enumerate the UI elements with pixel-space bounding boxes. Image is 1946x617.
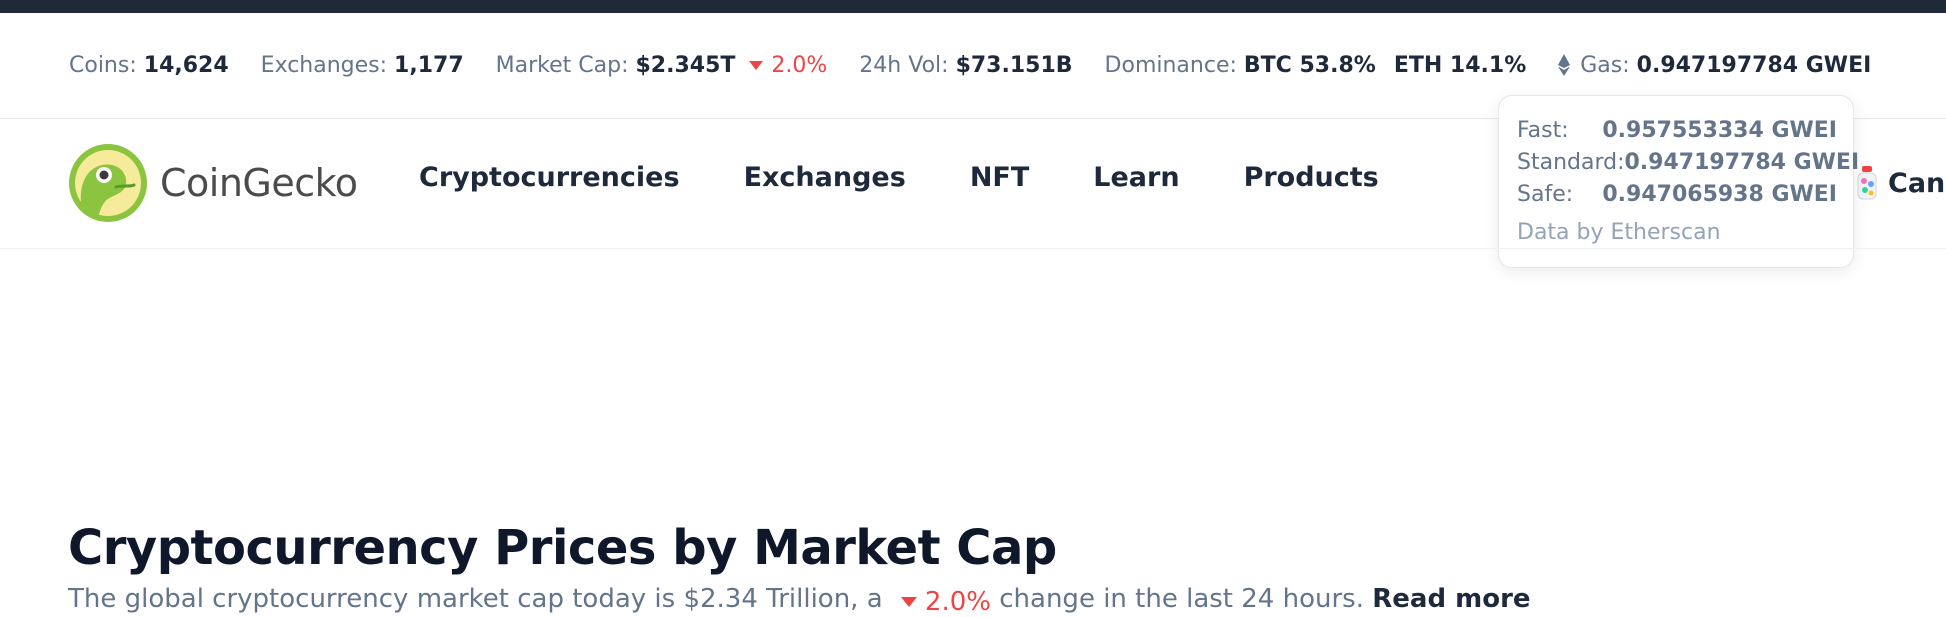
global-stats-bar: Coins: 14,624 Exchanges: 1,177 Market Ca… [69,48,1903,82]
gas-standard-value: 0.947197784 GWEI [1624,149,1860,175]
volume-value: $73.151B [955,52,1073,78]
logo-text: CoinGecko [160,161,358,205]
top-dark-bar [0,0,1946,13]
etherscan-credit[interactable]: Data by Etherscan [1517,220,1837,245]
dominance-btc: BTC 53.8% [1243,52,1376,78]
market-cap-value: $2.345T [635,52,736,78]
gas-safe-row: Safe: 0.947065938 GWEI [1517,181,1837,207]
gecko-logo-icon [69,144,147,222]
gas-fast-value: 0.957553334 GWEI [1602,117,1837,143]
ethereum-icon [1558,54,1571,76]
market-cap-stat[interactable]: Market Cap: $2.345T 2.0% [496,53,828,78]
header-divider [0,248,1946,249]
candy-link[interactable]: Canc [1856,164,1946,202]
nav-cryptocurrencies[interactable]: Cryptocurrencies [419,162,680,193]
page-title: Cryptocurrency Prices by Market Cap [68,520,1057,576]
nav-products[interactable]: Products [1244,162,1379,193]
gas-fast-row: Fast: 0.957553334 GWEI [1517,117,1837,143]
coins-stat[interactable]: Coins: 14,624 [69,53,229,78]
market-cap-change: 2.0% [749,53,827,78]
gas-safe-value: 0.947065938 GWEI [1602,181,1837,207]
exchanges-count: 1,177 [394,52,464,78]
coins-count: 14,624 [143,52,229,78]
nav-nft[interactable]: NFT [970,162,1029,193]
gas-standard-row: Standard: 0.947197784 GWEI [1517,149,1860,175]
read-more-link[interactable]: Read more [1372,584,1530,614]
main-nav: Cryptocurrencies Exchanges NFT Learn Pro… [419,162,1443,193]
nav-learn[interactable]: Learn [1093,162,1179,193]
nav-exchanges[interactable]: Exchanges [744,162,906,193]
candy-label: Canc [1888,167,1946,199]
gas-tooltip: Fast: 0.957553334 GWEI Standard: 0.94719… [1498,95,1860,268]
dominance-stat[interactable]: Dominance: BTC 53.8% ETH 14.1% [1105,53,1527,78]
dominance-eth: ETH 14.1% [1393,52,1527,78]
coingecko-logo[interactable]: CoinGecko [68,143,358,223]
market-summary: The global cryptocurrency market cap tod… [68,584,1531,617]
volume-stat[interactable]: 24h Vol: $73.151B [859,53,1072,78]
caret-down-icon [749,60,764,70]
gas-stat[interactable]: Gas: 0.947197784 GWEI [1558,53,1871,78]
exchanges-stat[interactable]: Exchanges: 1,177 [261,53,464,78]
gas-value: 0.947197784 GWEI [1636,52,1872,78]
candy-jar-icon [1857,166,1877,200]
market-cap-change-summary: 2.0% [891,587,991,617]
